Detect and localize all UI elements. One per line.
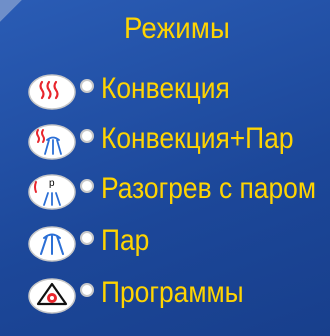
steam-icon [26,218,78,266]
mode-item-preheat-steam[interactable]: p Разогрев с паром [0,166,330,214]
modes-screen: Режимы Конвекция Конвекция+Пар p Разогре… [0,0,330,336]
convection-icon [26,66,78,114]
programs-icon [26,270,78,318]
mode-label: Конвекция+Пар [101,122,294,155]
convection-steam-icon [26,116,78,164]
mode-item-programs[interactable]: Программы [0,270,330,318]
mode-label: Конвекция [101,72,230,105]
radio-indicator[interactable] [80,283,94,297]
mode-label: Пар [101,224,150,257]
page-title: Режимы [124,12,231,45]
preheat-steam-icon: p [26,166,78,214]
mode-item-steam[interactable]: Пар [0,218,330,266]
mode-item-convection-steam[interactable]: Конвекция+Пар [0,116,330,164]
corner-decoration [0,0,24,24]
radio-indicator[interactable] [80,179,94,193]
mode-label: Разогрев с паром [101,172,316,205]
radio-indicator[interactable] [80,231,94,245]
radio-indicator[interactable] [80,79,94,93]
mode-item-convection[interactable]: Конвекция [0,66,330,114]
radio-indicator[interactable] [80,129,94,143]
mode-label: Программы [101,276,244,309]
svg-text:p: p [49,178,55,189]
